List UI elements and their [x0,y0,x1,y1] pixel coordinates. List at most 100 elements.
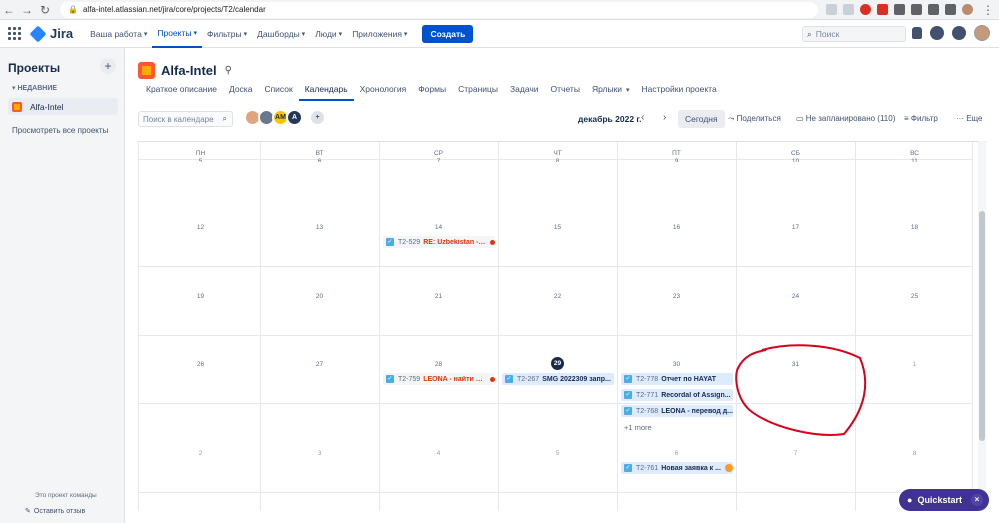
pin-icon[interactable]: ⚲ [225,65,232,76]
tab-board[interactable]: Доска [223,82,258,101]
user-avatar[interactable] [974,25,990,41]
add-project-button[interactable]: + [100,58,116,74]
day-number: 7 [436,158,441,162]
day-number: 3 [317,450,322,457]
scrollbar-thumb[interactable] [979,211,985,441]
address-bar[interactable]: 🔒 alfa-intel.atlassian.net/jira/core/pro… [60,1,818,18]
back-icon[interactable]: ← [0,3,18,17]
tab-pages[interactable]: Страницы [452,82,504,101]
tab-issues[interactable]: Задачи [504,82,545,101]
day-number: 14 [434,224,443,231]
feedback-link[interactable]: ✎ Оставить отзыв [25,507,85,515]
chevron-down-icon: ▾ [338,30,343,38]
day-number: 16 [672,224,681,231]
menu-icon[interactable]: ⋮ [979,3,997,17]
calendar-event[interactable]: ✓ T2-778 Отчет по HAYAT [621,373,733,385]
tab-shortcuts[interactable]: Ярлыки ▾ [586,82,636,101]
priority-dot-icon [490,239,495,245]
day-number: 13 [315,224,324,231]
share-button[interactable]: ⤳ Поделиться [728,114,781,124]
app-switcher-icon[interactable] [8,26,22,41]
jira-logo[interactable]: Jira [29,25,73,42]
profile-avatar[interactable] [962,4,973,15]
calendar-icon: ▭ [796,114,806,123]
forward-icon[interactable]: → [18,3,36,17]
calendar-scrollbar[interactable] [978,141,986,511]
create-button[interactable]: Создать [422,24,474,43]
weekday-sat: СБ [791,150,800,157]
day-number: 6 [674,450,679,457]
more-events-link[interactable]: +1 more [624,423,652,432]
today-button[interactable]: Сегодня [678,110,725,128]
day-number: 25 [910,293,919,300]
tab-summary[interactable]: Краткое описание [140,82,223,101]
help-icon[interactable] [930,26,944,40]
quickstart-button[interactable]: ● Quickstart × [899,489,989,511]
task-checkbox-icon: ✓ [386,238,394,246]
more-button[interactable]: ··· Еще [956,114,983,123]
chevron-right-icon[interactable]: › [663,112,666,123]
jira-logo-icon [29,25,47,42]
hand-drawn-circle-annotation [735,344,867,436]
day-number: 19 [196,293,205,300]
sidebar: Проекты + ▾ НЕДАВНИЕ Alfa-Intel Просмотр… [0,48,125,523]
filter-icon: ≡ [904,114,911,123]
filter-button[interactable]: ≡ Фильтр [904,114,938,123]
recent-section-label[interactable]: ▾ НЕДАВНИЕ [12,84,57,92]
day-number: 5 [198,158,203,162]
menu-people[interactable]: Люди ▾ [310,20,347,48]
menu-dashboards[interactable]: Дашборды ▾ [252,20,310,48]
settings-icon[interactable] [952,26,966,40]
calendar-event[interactable]: ✓ T2-768 LEONA - перевод д... [621,405,733,417]
tab-forms[interactable]: Формы [412,82,452,101]
menu-filters[interactable]: Фильтры ▾ [202,20,252,48]
day-number: 28 [434,361,443,368]
calendar-event[interactable]: ✓ T2-529 RE: Uzbekistan - ... [383,236,495,248]
browser-toolbar: ← → ↻ 🔒 alfa-intel.atlassian.net/jira/co… [0,0,999,20]
calendar-event[interactable]: ✓ T2-771 Recordal of Assign... [621,389,733,401]
tab-calendar[interactable]: Календарь [298,82,354,101]
weekday-thu: ЧТ [553,150,562,157]
share-icon[interactable] [826,4,837,15]
menu-your-work[interactable]: Ваша работа ▾ [85,20,152,48]
lock-icon: 🔒 [68,5,78,14]
extension-icon[interactable] [860,4,871,15]
chevron-down-icon: ▾ [243,30,248,38]
chevron-left-icon[interactable]: ‹ [641,112,644,123]
tab-timeline[interactable]: Хронология [354,82,413,101]
unscheduled-button[interactable]: ▭ Не запланировано (110) [796,114,895,123]
calendar-event[interactable]: ✓ T2-267 SMG 2022309 запр... [502,373,614,385]
notifications-icon[interactable] [912,27,922,39]
day-number: 23 [672,293,681,300]
day-number: 10 [791,158,800,162]
tab-reports[interactable]: Отчеты [545,82,586,101]
puzzle-icon[interactable] [928,4,939,15]
day-number: 26 [196,361,205,368]
day-number: 12 [196,224,205,231]
calendar-event[interactable]: ✓ T2-759 LEONA - найти д... [383,373,495,385]
sidepanel-icon[interactable] [945,4,956,15]
day-number: 2 [198,450,203,457]
close-icon[interactable]: × [971,494,983,506]
day-number: 30 [672,361,681,368]
extension-icon[interactable] [911,4,922,15]
star-icon[interactable] [843,4,854,15]
tab-list[interactable]: Список [258,82,298,101]
lightbulb-icon: ● [907,495,913,505]
calendar-event[interactable]: ✓ T2-761 Новая заявка к ... [621,462,733,474]
avatar[interactable]: A [286,109,303,126]
view-all-projects-link[interactable]: Просмотреть все проекты [12,126,108,135]
reload-icon[interactable]: ↻ [36,3,54,17]
menu-apps[interactable]: Приложения ▾ [347,20,412,48]
day-number: 1 [912,361,917,368]
menu-projects[interactable]: Проекты ▾ [152,20,202,48]
extension-icon[interactable] [894,4,905,15]
calendar-search-input[interactable]: Поиск в календаре ⌕ [138,111,233,127]
task-checkbox-icon: ✓ [624,407,632,415]
tab-project-settings[interactable]: Настройки проекта [636,82,723,101]
pdf-extension-icon[interactable] [877,4,888,15]
search-input[interactable]: ⌕ Поиск [802,26,906,42]
add-people-icon[interactable]: + [309,109,326,126]
sidebar-item-alfa-intel[interactable]: Alfa-Intel [8,98,118,115]
calendar-grid: ПН ВТ СР ЧТ ПТ СБ ВС 5 6 7 8 9 10 11 12 … [138,141,987,511]
